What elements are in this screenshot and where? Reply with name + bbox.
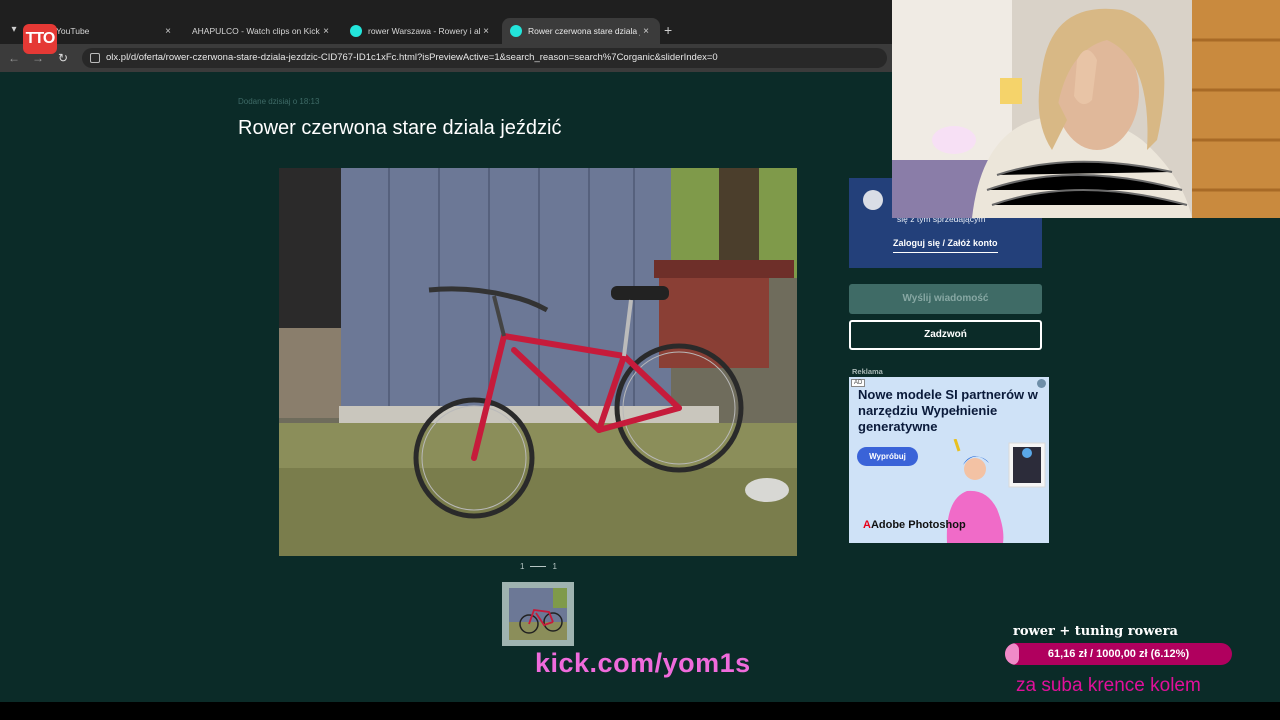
tab-olx-listing[interactable]: Rower czerwona stare dziala jeździć × (502, 18, 660, 44)
thumbnail-image (509, 588, 567, 640)
photo-pager: 1 1 (520, 562, 557, 571)
donation-goal-bar: 61,16 zł / 1000,00 zł (6.12%) (1005, 643, 1232, 665)
tab-close-icon[interactable]: × (162, 26, 174, 37)
tab-label: Rower czerwona stare dziala jeździć (528, 26, 640, 36)
tab-close-icon[interactable]: × (480, 26, 492, 37)
url-text: olx.pl/d/oferta/rower-czerwona-stare-dzi… (106, 52, 718, 63)
screen: ▾ YouTube × K AHAPULCO - Watch clips on … (0, 0, 1280, 720)
bottom-letterbox (0, 702, 1280, 720)
stream-logo: TTO (23, 24, 57, 54)
subscribe-message: za suba krence kolem (1016, 675, 1201, 696)
listing-title: Rower czerwona stare dziala jeździć (238, 117, 562, 139)
tab-close-icon[interactable]: × (640, 26, 652, 37)
pager-current: 1 (520, 562, 525, 571)
tab-label: YouTube (56, 26, 90, 36)
new-tab-button[interactable]: + (664, 22, 672, 38)
back-arrow-icon[interactable]: ← (6, 50, 22, 66)
send-message-button[interactable]: Wyślij wiadomość (849, 284, 1042, 314)
tab-label: rower Warszawa - Rowery i akcesoria (368, 26, 480, 36)
ad-banner[interactable]: AD Nowe modele SI partnerów w narzędziu … (849, 377, 1049, 543)
login-link[interactable]: Zaloguj się / Załóż konto (893, 238, 998, 253)
ad-headline: Nowe modele SI partnerów w narzędziu Wyp… (858, 387, 1038, 434)
donation-goal-title: rower + tuning rowera (1013, 624, 1178, 639)
site-info-icon[interactable] (90, 53, 100, 63)
tab-label: AHAPULCO - Watch clips on Kick (192, 26, 320, 36)
browser-tab-bar: ▾ YouTube × K AHAPULCO - Watch clips on … (0, 0, 892, 44)
pager-divider (530, 566, 547, 567)
address-bar-row: ← → ↻ olx.pl/d/oferta/rower-czerwona-sta… (0, 44, 892, 72)
listing-added-date: Dodane dzisiaj o 18:13 (238, 97, 320, 106)
donation-goal-text: 61,16 zł / 1000,00 zł (6.12%) (1047, 648, 1190, 660)
photo-thumbnail[interactable] (502, 582, 574, 646)
bicycle-photo (279, 168, 797, 556)
ad-badge: AD (851, 379, 866, 387)
reload-icon[interactable]: ↻ (55, 50, 71, 66)
ad-label: Reklama (852, 367, 883, 376)
olx-icon (350, 25, 362, 37)
webcam-video (892, 0, 1280, 218)
kick-channel-url: kick.com/yom1s (535, 648, 751, 678)
tab-close-icon[interactable]: × (320, 26, 332, 37)
call-button[interactable]: Zadzwoń (849, 320, 1042, 350)
pager-total: 1 (552, 562, 557, 571)
ad-cta-button[interactable]: Wypróbuj (857, 447, 918, 466)
adobe-logo-icon: A (863, 519, 871, 531)
seller-avatar (863, 190, 883, 210)
listing-photo[interactable] (279, 168, 797, 556)
tab-olx-search[interactable]: rower Warszawa - Rowery i akcesoria × (342, 18, 500, 44)
webcam-overlay (892, 0, 1280, 218)
url-field[interactable]: olx.pl/d/oferta/rower-czerwona-stare-dzi… (82, 48, 887, 68)
tab-kick[interactable]: K AHAPULCO - Watch clips on Kick × (184, 18, 340, 44)
olx-icon (510, 25, 522, 37)
ad-brand: A Adobe Photoshop (863, 519, 966, 531)
tab-search-chevron-icon[interactable]: ▾ (6, 22, 22, 38)
ad-brand-name: Adobe Photoshop (870, 519, 966, 531)
